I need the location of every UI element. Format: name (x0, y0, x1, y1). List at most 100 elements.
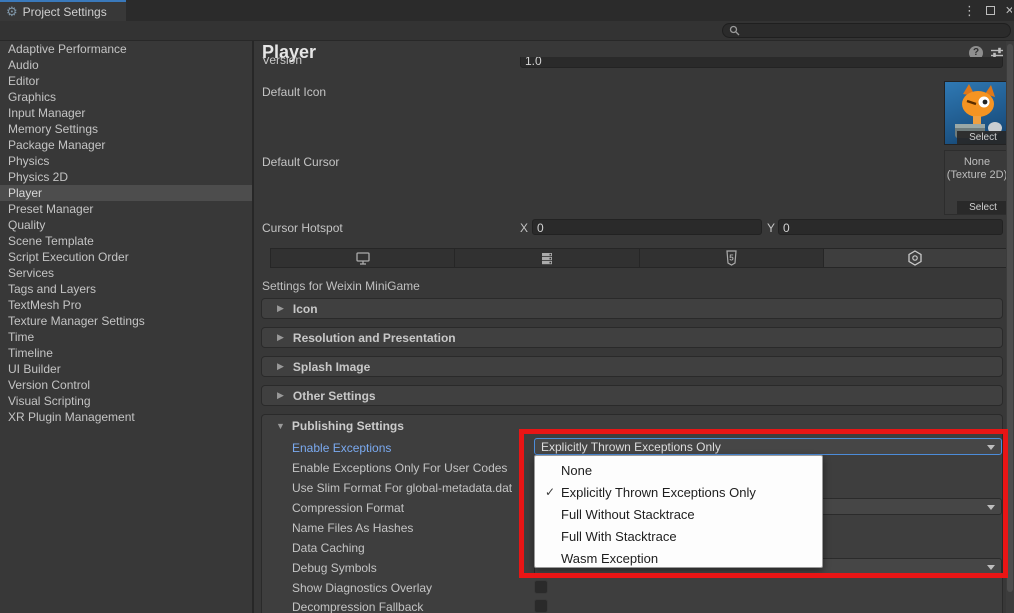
settings-for-caption: Settings for Weixin MiniGame (262, 279, 420, 293)
sidebar-item-time[interactable]: Time (0, 329, 252, 345)
section-resolution-and-presentation[interactable]: ▶ Resolution and Presentation (261, 327, 1003, 348)
compression-format-label: Compression Format (292, 501, 404, 515)
chevron-right-icon: ▶ (277, 361, 284, 372)
platform-tab-desktop[interactable] (271, 249, 455, 267)
debug-symbols-label: Debug Symbols (292, 561, 377, 575)
menu-item-full-without-stacktrace[interactable]: Full Without Stacktrace (535, 503, 822, 525)
close-icon[interactable]: ✕ (1005, 4, 1012, 17)
sidebar-item-scene-template[interactable]: Scene Template (0, 233, 252, 249)
sidebar-item-package-manager[interactable]: Package Manager (0, 137, 252, 153)
window-controls: ⋮ ✕ (963, 0, 1014, 21)
scrollbar-thumb[interactable] (1007, 44, 1013, 592)
show-diagnostics-overlay-label: Show Diagnostics Overlay (292, 581, 432, 595)
menu-item-none[interactable]: None (535, 459, 822, 481)
section-title: Other Settings (293, 389, 376, 403)
window-title: Project Settings (23, 5, 107, 19)
toolbar (0, 21, 1014, 41)
kebab-menu-icon[interactable]: ⋮ (963, 3, 976, 19)
sidebar-item-ui-builder[interactable]: UI Builder (0, 361, 252, 377)
panel-divider (252, 41, 254, 613)
platform-tab-webgl[interactable]: 5 (640, 249, 824, 267)
enable-exceptions-dropdown[interactable]: Explicitly Thrown Exceptions Only (534, 438, 1002, 455)
menu-item-full-with-stacktrace[interactable]: Full With Stacktrace (535, 525, 822, 547)
search-input[interactable] (722, 23, 1011, 38)
hotspot-y-input[interactable]: 0 (778, 219, 1003, 235)
section-title: Icon (293, 302, 318, 316)
section-splash-image[interactable]: ▶ Splash Image (261, 356, 1003, 377)
chevron-right-icon: ▶ (277, 390, 284, 401)
sidebar-item-player[interactable]: Player (0, 185, 252, 201)
sidebar-item-physics[interactable]: Physics (0, 153, 252, 169)
menu-item-label: Full Without Stacktrace (561, 507, 695, 522)
default-cursor-select-button[interactable]: Select (957, 201, 1009, 214)
platform-tab-weixin-minigame[interactable] (824, 249, 1007, 267)
hotspot-y-label: Y (767, 221, 775, 235)
dedicated-server-platform-icon (539, 251, 555, 266)
section-icon[interactable]: ▶ Icon (261, 298, 1003, 319)
sidebar-item-script-execution-order[interactable]: Script Execution Order (0, 249, 252, 265)
menu-item-explicitly-thrown-exceptions-only[interactable]: ✓ Explicitly Thrown Exceptions Only (535, 481, 822, 503)
sidebar-item-timeline[interactable]: Timeline (0, 345, 252, 361)
sidebar-item-version-control[interactable]: Version Control (0, 377, 252, 393)
sidebar-item-graphics[interactable]: Graphics (0, 89, 252, 105)
name-files-as-hashes-label: Name Files As Hashes (292, 521, 413, 535)
version-input[interactable]: 1.0 (520, 57, 1003, 68)
sidebar-item-preset-manager[interactable]: Preset Manager (0, 201, 252, 217)
gear-icon: ⚙ (6, 5, 18, 18)
sidebar-item-tags-and-layers[interactable]: Tags and Layers (0, 281, 252, 297)
sidebar-item-xr-plugin-management[interactable]: XR Plugin Management (0, 409, 252, 425)
vertical-scrollbar[interactable] (1006, 41, 1014, 613)
show-diagnostics-overlay-checkbox[interactable] (534, 580, 548, 594)
sidebar-item-memory-settings[interactable]: Memory Settings (0, 121, 252, 137)
chevron-right-icon: ▶ (277, 332, 284, 343)
svg-text:5: 5 (729, 254, 734, 263)
data-caching-label: Data Caching (292, 541, 365, 555)
weixin-minigame-platform-icon (908, 250, 922, 266)
version-label: Version (262, 57, 302, 67)
enable-exceptions-user-codes-label: Enable Exceptions Only For User Codes (292, 461, 507, 475)
chevron-down-icon (987, 445, 995, 450)
sidebar-item-texture-manager-settings[interactable]: Texture Manager Settings (0, 313, 252, 329)
webgl-platform-icon: 5 (725, 250, 738, 266)
menu-item-label: Full With Stacktrace (561, 529, 677, 544)
default-icon-select-button[interactable]: Select (957, 131, 1009, 144)
tab-project-settings[interactable]: ⚙ Project Settings (0, 0, 126, 21)
sidebar-item-audio[interactable]: Audio (0, 57, 252, 73)
sidebar-item-adaptive-performance[interactable]: Adaptive Performance (0, 41, 252, 57)
platform-tab-bar: 5 (270, 248, 1008, 268)
section-title: Publishing Settings (292, 419, 404, 433)
decompression-fallback-checkbox[interactable] (534, 599, 548, 613)
platform-tab-dedicated-server[interactable] (455, 249, 639, 267)
desktop-platform-icon (355, 251, 371, 266)
settings-category-list: Adaptive Performance Audio Editor Graphi… (0, 41, 252, 613)
sidebar-item-textmesh-pro[interactable]: TextMesh Pro (0, 297, 252, 313)
dropdown-value: Explicitly Thrown Exceptions Only (541, 440, 721, 454)
publishing-settings-header[interactable]: ▼ Publishing Settings (276, 419, 404, 433)
search-icon (729, 25, 740, 36)
project-settings-window: ⚙ Project Settings ⋮ ✕ Adaptive Performa… (0, 0, 1014, 613)
sidebar-item-visual-scripting[interactable]: Visual Scripting (0, 393, 252, 409)
version-row: Version 1.0 (254, 57, 1006, 72)
enable-exceptions-label: Enable Exceptions (292, 441, 391, 455)
menu-item-wasm-exception[interactable]: Wasm Exception (535, 547, 822, 569)
section-other-settings[interactable]: ▶ Other Settings (261, 385, 1003, 406)
sidebar-item-quality[interactable]: Quality (0, 217, 252, 233)
sidebar-item-physics-2d[interactable]: Physics 2D (0, 169, 252, 185)
section-title: Splash Image (293, 360, 370, 374)
menu-item-label: Explicitly Thrown Exceptions Only (561, 485, 756, 500)
default-icon-thumbnail[interactable]: Select (944, 81, 1010, 145)
menu-item-label: None (561, 463, 592, 478)
hotspot-x-label: X (520, 221, 528, 235)
chevron-down-icon (987, 505, 995, 510)
chevron-right-icon: ▶ (277, 303, 284, 314)
default-cursor-label: Default Cursor (262, 155, 339, 169)
default-cursor-picker[interactable]: None (Texture 2D) Select (944, 150, 1010, 215)
sidebar-item-editor[interactable]: Editor (0, 73, 252, 89)
default-icon-label: Default Icon (262, 85, 326, 99)
hotspot-x-input[interactable]: 0 (532, 219, 762, 235)
menu-item-label: Wasm Exception (561, 551, 658, 566)
chevron-down-icon: ▼ (276, 421, 285, 431)
maximize-icon[interactable] (986, 6, 995, 15)
sidebar-item-input-manager[interactable]: Input Manager (0, 105, 252, 121)
sidebar-item-services[interactable]: Services (0, 265, 252, 281)
